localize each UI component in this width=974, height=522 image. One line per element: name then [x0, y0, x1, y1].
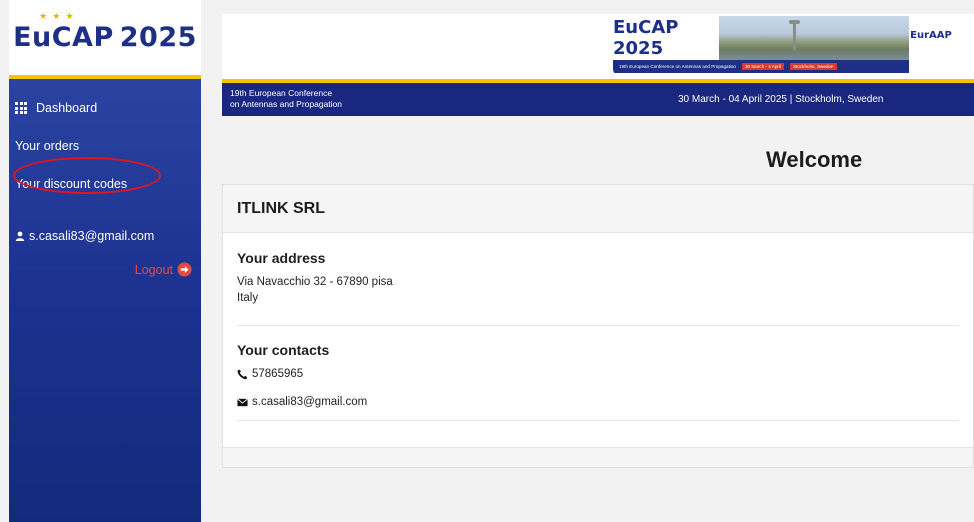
sidebar-item-label: Dashboard — [36, 101, 98, 115]
app: EuCAP ★ ★ ★ 2025 Dashboard Your orders Y… — [0, 0, 974, 522]
sidebar-logo[interactable]: EuCAP ★ ★ ★ 2025 — [9, 0, 201, 79]
logout-button[interactable]: Logout — [135, 262, 192, 277]
logo-year: 2025 — [119, 22, 197, 53]
sidebar-item-your-orders[interactable]: Your orders — [9, 127, 201, 165]
conference-dates: 30 March - 04 April 2025 | Stockholm, Sw… — [678, 94, 884, 105]
conference-line1: 19th European Conference — [230, 88, 333, 98]
conference-name: 19th European Conference on Antennas and… — [230, 88, 342, 110]
arrow-right-circle-icon — [177, 262, 192, 277]
conference-line2: on Antennas and Propagation — [230, 99, 343, 109]
phone-row: 57865965 — [237, 366, 959, 382]
user-email: s.casali83@gmail.com — [29, 229, 155, 243]
banner-logo: EuCAP 2025 — [613, 17, 679, 59]
user-icon — [15, 231, 25, 241]
email-row: s.casali83@gmail.com — [237, 394, 959, 410]
eurAAP-logo: EurAAP — [909, 16, 953, 75]
phone-number: 57865965 — [252, 368, 304, 380]
company-details: Your address Via Navacchio 32 - 67890 pi… — [223, 233, 973, 421]
page-title: Welcome — [766, 147, 863, 172]
grid-icon — [15, 102, 27, 114]
address-section: Your address Via Navacchio 32 - 67890 pi… — [237, 233, 959, 326]
address-line1: Via Navacchio 32 - 67890 pisa — [237, 276, 393, 288]
company-name: ITLINK SRL — [223, 185, 973, 233]
contacts-section: Your contacts 57865965 s.casali83@gmail.… — [237, 326, 959, 421]
contacts-title: Your contacts — [237, 342, 330, 358]
logout-label: Logout — [134, 262, 173, 277]
banner-bar-place: Stockholm, Sweden — [789, 63, 837, 70]
banner-bar-dates: 30 March - 4 April — [741, 63, 784, 70]
conference-subbar: 19th European Conference on Antennas and… — [222, 79, 974, 116]
sidebar-item-label: Your orders — [15, 139, 80, 153]
conference-banner: EuCAP 2025 19th European Conference on A… — [613, 16, 953, 75]
contact-email: s.casali83@gmail.com — [252, 396, 368, 408]
logo-brand: EuCAP — [13, 22, 114, 53]
logo-stars-icon: ★ ★ ★ — [39, 12, 75, 22]
eucap-logo: EuCAP ★ ★ ★ 2025 — [13, 12, 197, 53]
address-line2: Italy — [237, 292, 259, 304]
phone-icon — [237, 369, 248, 379]
address-title: Your address — [237, 250, 326, 266]
sidebar-item-your-discount-codes[interactable]: Your discount codes — [9, 165, 201, 203]
banner-bar: 19th European Conference on Antennas and… — [613, 60, 909, 73]
sidebar-item-label: Your discount codes — [15, 177, 128, 191]
company-card: ITLINK SRL Your address Via Navacchio 32… — [222, 184, 974, 468]
header: EuCAP 2025 19th European Conference on A… — [222, 14, 974, 79]
card-footer — [223, 447, 973, 467]
sidebar-nav: Dashboard Your orders Your discount code… — [9, 79, 201, 203]
user-account: s.casali83@gmail.com — [15, 229, 154, 243]
stockholm-photo — [719, 16, 909, 60]
sidebar: EuCAP ★ ★ ★ 2025 Dashboard Your orders Y… — [9, 0, 201, 522]
tower-icon — [789, 20, 800, 50]
envelope-icon — [237, 398, 248, 406]
sidebar-item-dashboard[interactable]: Dashboard — [9, 89, 201, 127]
banner-bar-text: 19th European Conference on Antennas and… — [619, 64, 736, 69]
